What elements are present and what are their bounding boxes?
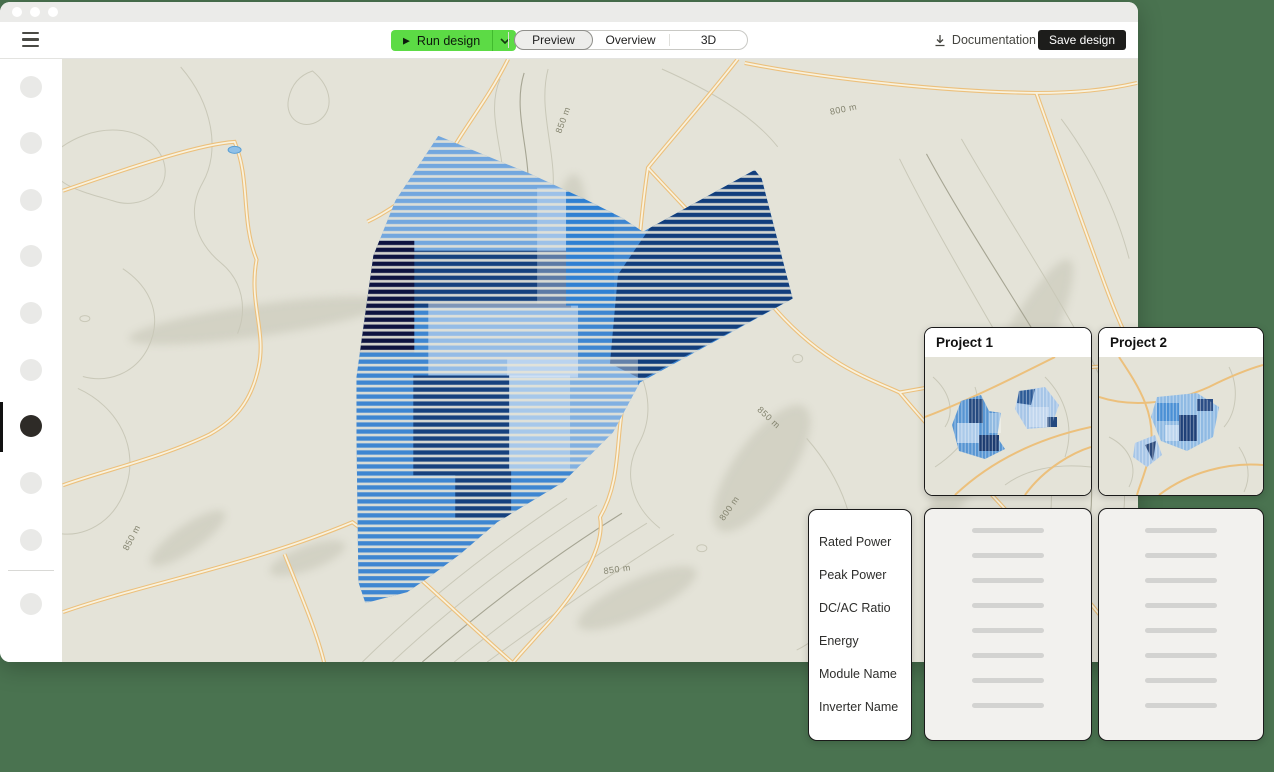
tab-preview[interactable]: Preview xyxy=(514,30,593,50)
project-1-title: Project 1 xyxy=(936,335,993,350)
lake xyxy=(228,146,241,153)
play-icon: ▶ xyxy=(403,37,410,46)
project-2-card[interactable]: Project 2 xyxy=(1098,327,1264,496)
run-design-button-group: ▶ Run design xyxy=(391,30,516,51)
placeholder-line xyxy=(972,578,1044,583)
metric-label-inverter-name: Inverter Name xyxy=(819,690,911,723)
run-design-dropdown-button[interactable] xyxy=(492,30,516,51)
window-titlebar xyxy=(0,2,1138,22)
view-mode-tabs: Preview Overview 3D xyxy=(514,30,748,50)
save-design-button[interactable]: Save design xyxy=(1038,30,1126,50)
placeholder-line xyxy=(1145,678,1217,683)
rail-divider xyxy=(8,570,54,571)
run-design-label: Run design xyxy=(417,34,480,48)
sidebar-tool-1[interactable] xyxy=(20,76,42,98)
project-1-thumbnail-map[interactable] xyxy=(925,357,1091,495)
metric-label-peak-power: Peak Power xyxy=(819,558,911,591)
placeholder-line xyxy=(972,703,1044,708)
placeholder-line xyxy=(1145,628,1217,633)
project-1-values-card xyxy=(924,508,1092,741)
placeholder-line xyxy=(972,628,1044,633)
sidebar-tool-10[interactable] xyxy=(20,593,42,615)
run-design-button[interactable]: ▶ Run design xyxy=(391,30,492,51)
sidebar-tool-2[interactable] xyxy=(20,132,42,154)
toolbar-divider xyxy=(508,32,509,48)
project-2-header: Project 2 xyxy=(1099,328,1263,357)
left-tool-rail xyxy=(0,59,62,662)
project-1-header: Project 1 xyxy=(925,328,1091,357)
documentation-label: Documentation xyxy=(952,33,1036,47)
metric-label-rated-power: Rated Power xyxy=(819,525,911,558)
placeholder-line xyxy=(1145,703,1217,708)
placeholder-line xyxy=(1145,603,1217,608)
documentation-link[interactable]: Documentation xyxy=(934,22,1036,58)
metric-label-energy: Energy xyxy=(819,624,911,657)
project-1-card[interactable]: Project 1 xyxy=(924,327,1092,496)
placeholder-line xyxy=(972,653,1044,658)
tab-3d[interactable]: 3D xyxy=(670,31,747,49)
sidebar-tool-6[interactable] xyxy=(20,359,42,381)
sidebar-tool-8[interactable] xyxy=(20,472,42,494)
active-tool-indicator xyxy=(0,402,3,452)
close-button[interactable] xyxy=(12,7,22,17)
placeholder-line xyxy=(1145,528,1217,533)
tab-3d-label: 3D xyxy=(701,33,716,47)
metric-label-module-name: Module Name xyxy=(819,657,911,690)
placeholder-line xyxy=(1145,578,1217,583)
sidebar-tool-5[interactable] xyxy=(20,302,42,324)
placeholder-line xyxy=(972,678,1044,683)
minimize-button[interactable] xyxy=(30,7,40,17)
metric-label-dcac-ratio: DC/AC Ratio xyxy=(819,591,911,624)
project-2-values-card xyxy=(1098,508,1264,741)
save-design-label: Save design xyxy=(1049,33,1115,47)
tab-overview[interactable]: Overview xyxy=(592,31,669,49)
zoom-button[interactable] xyxy=(48,7,58,17)
download-icon xyxy=(934,34,946,47)
sidebar-tool-7-active[interactable] xyxy=(20,415,42,437)
project-2-title: Project 2 xyxy=(1110,335,1167,350)
metrics-labels-card: Rated Power Peak Power DC/AC Ratio Energ… xyxy=(808,509,912,741)
tab-preview-label: Preview xyxy=(532,33,575,47)
placeholder-line xyxy=(972,603,1044,608)
sidebar-tool-9[interactable] xyxy=(20,529,42,551)
placeholder-line xyxy=(972,553,1044,558)
sidebar-tool-3[interactable] xyxy=(20,189,42,211)
main-toolbar: ▶ Run design Preview Overview 3D xyxy=(0,22,1138,59)
tab-overview-label: Overview xyxy=(605,33,655,47)
sidebar-tool-4[interactable] xyxy=(20,245,42,267)
placeholder-line xyxy=(1145,653,1217,658)
menu-icon[interactable] xyxy=(22,32,39,47)
placeholder-line xyxy=(1145,553,1217,558)
project-2-thumbnail-map[interactable] xyxy=(1099,357,1263,495)
placeholder-line xyxy=(972,528,1044,533)
